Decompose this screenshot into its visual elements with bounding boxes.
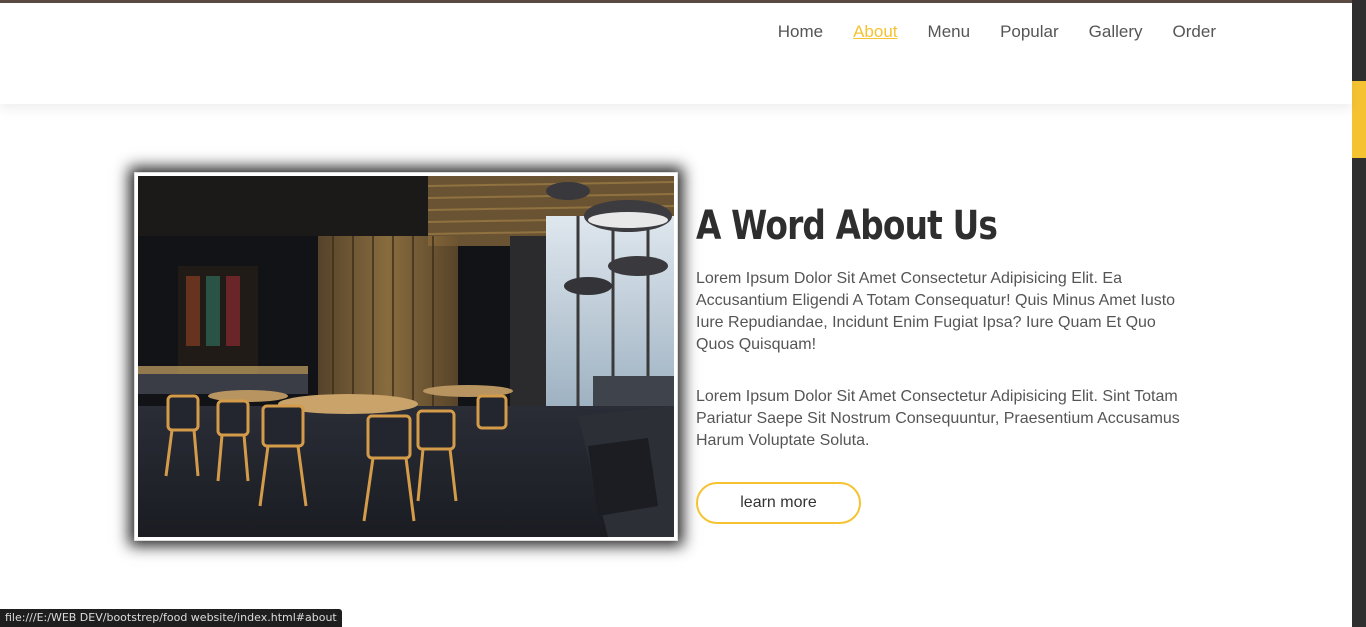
nav-link-about[interactable]: About	[853, 22, 897, 42]
about-paragraph-1: Lorem Ipsum Dolor Sit Amet Consectetur A…	[696, 270, 1176, 353]
about-section: A Word About Us Lorem Ipsum Dolor Sit Am…	[0, 104, 1352, 627]
nav-link-home[interactable]: Home	[778, 22, 823, 42]
scrollbar-track[interactable]	[1352, 0, 1366, 627]
nav-link-menu[interactable]: Menu	[928, 22, 971, 42]
learn-more-button[interactable]: learn more	[696, 482, 861, 524]
nav-link-order[interactable]: Order	[1173, 22, 1216, 42]
scrollbar-thumb[interactable]	[1352, 81, 1366, 158]
nav-links: Home About Menu Popular Gallery Order	[748, 22, 1216, 42]
about-heading: A Word About Us	[696, 203, 998, 249]
nav-link-gallery[interactable]: Gallery	[1089, 22, 1143, 42]
status-bar-url: file:///E:/WEB DEV/bootstrep/food websit…	[0, 609, 342, 627]
navbar: Home About Menu Popular Gallery Order	[0, 3, 1352, 104]
about-image-frame	[135, 173, 677, 540]
nav-link-popular[interactable]: Popular	[1000, 22, 1059, 42]
restaurant-photo	[138, 176, 674, 537]
about-paragraph-2: Lorem Ipsum Dolor Sit Amet Consectetur A…	[696, 388, 1180, 449]
